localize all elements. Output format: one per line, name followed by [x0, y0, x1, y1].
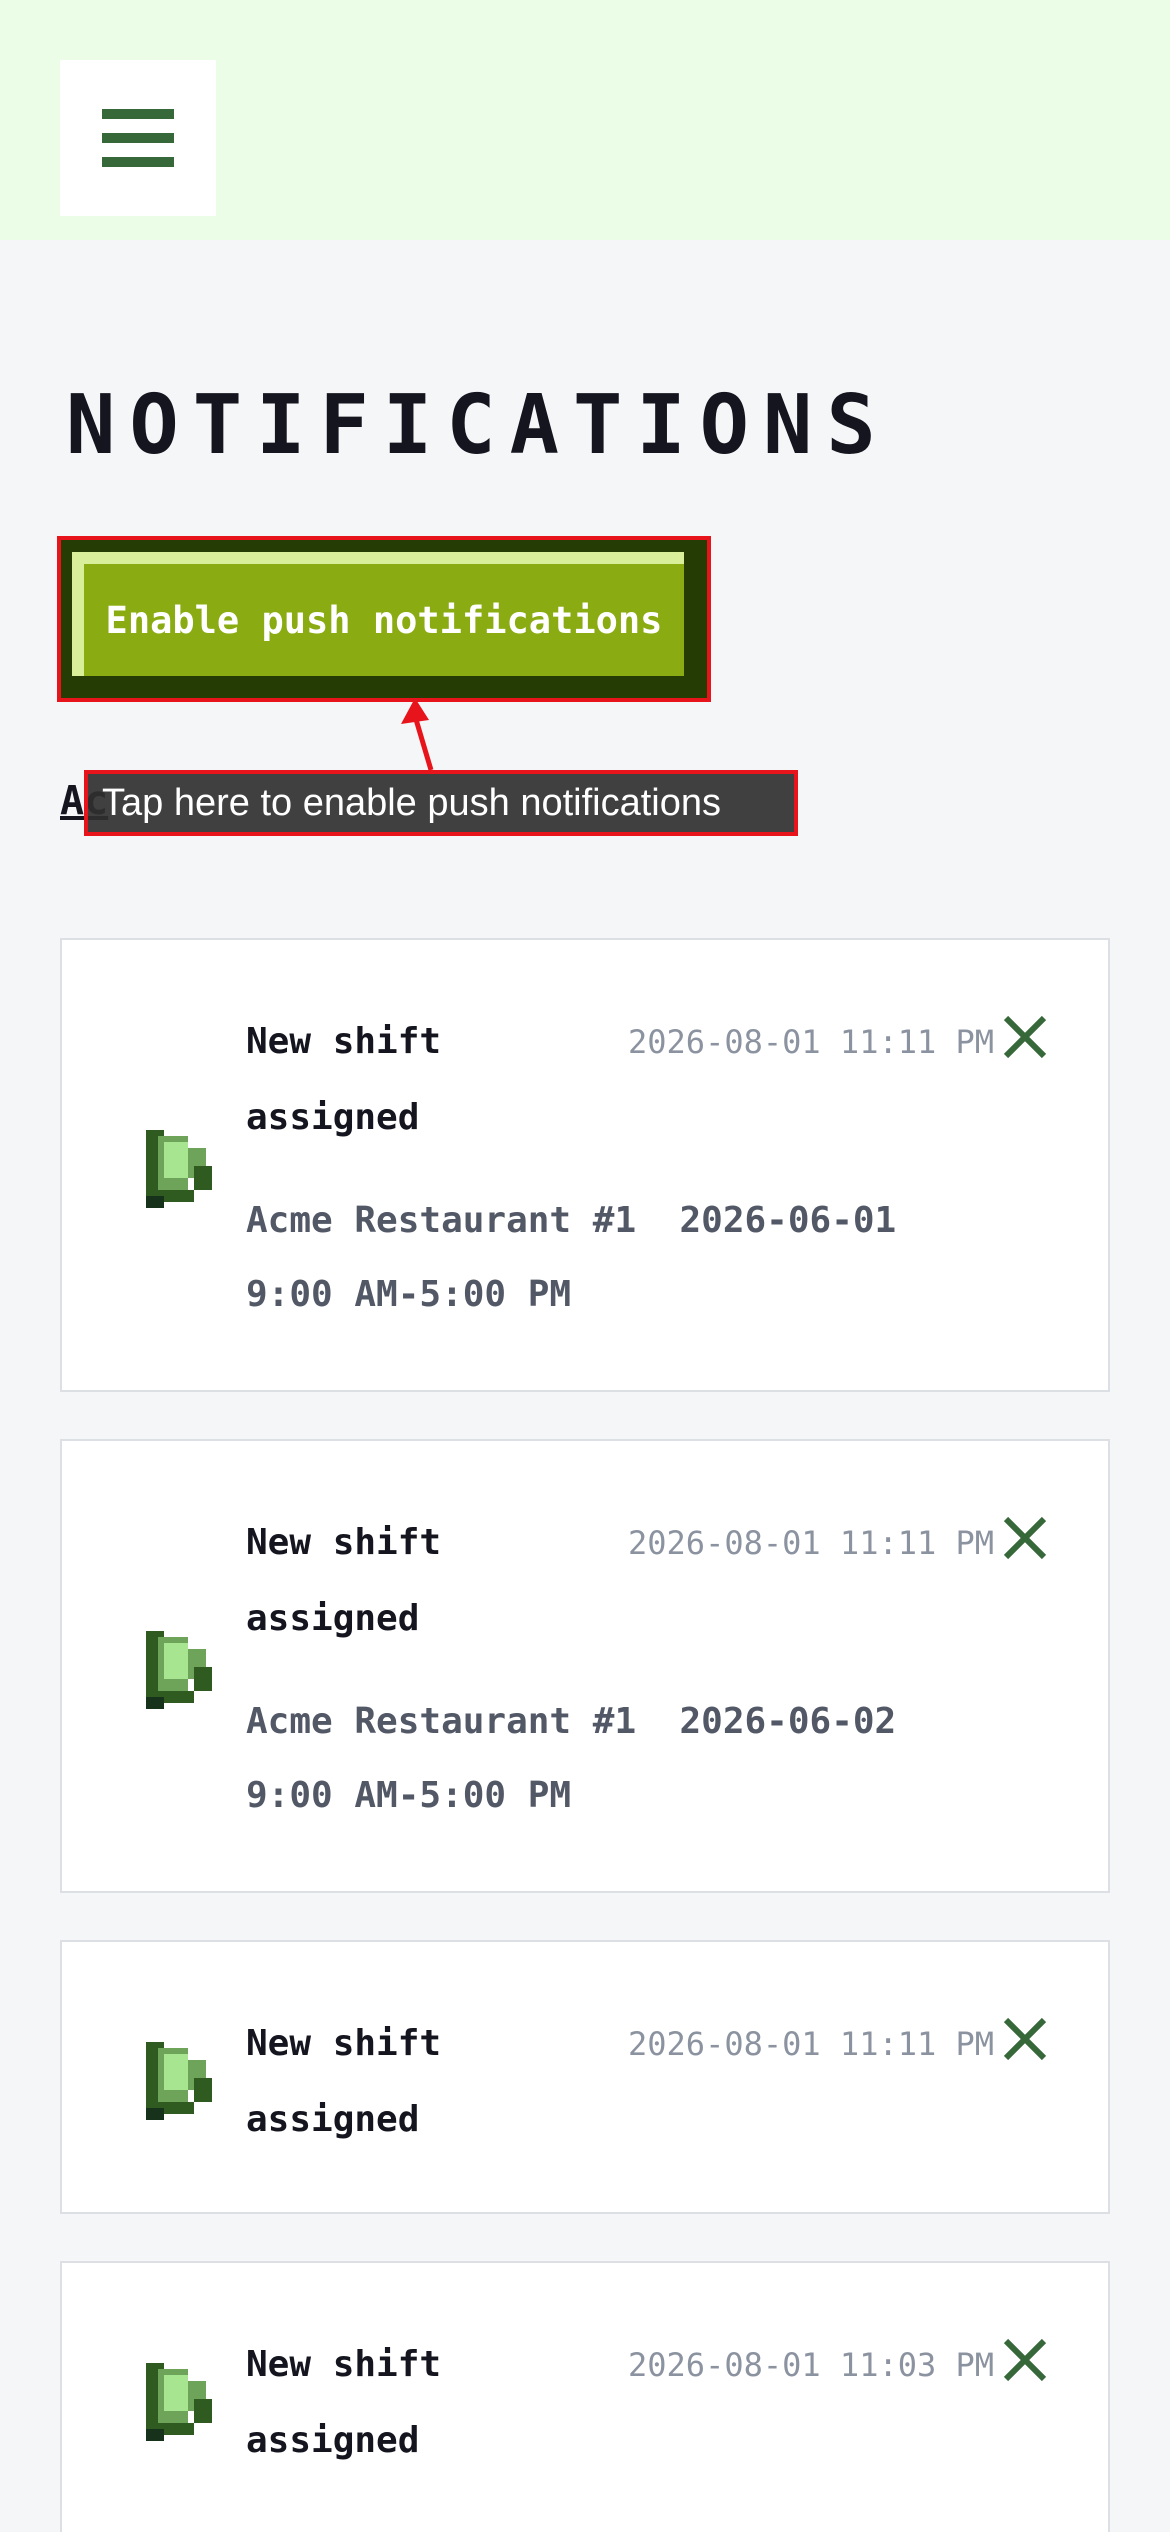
notification-card: New shift assigned 2026-08-01 11:11 PM A…	[60, 1439, 1110, 1893]
bell-icon	[146, 2042, 212, 2120]
close-icon	[1003, 2338, 1047, 2382]
notification-card: New shift assigned 2026-08-01 11:03 PM	[60, 2261, 1110, 2532]
bell-icon	[146, 1130, 212, 1208]
close-icon	[1003, 1015, 1047, 1059]
notification-body: Acme Restaurant #1 2026-06-01 9:00 AM-5:…	[246, 1200, 918, 1315]
notification-title: New shift assigned	[246, 2344, 442, 2461]
notification-title: New shift assigned	[246, 1522, 442, 1639]
dismiss-notification-button[interactable]	[1000, 2014, 1050, 2064]
close-icon	[1003, 1516, 1047, 1560]
notification-time: 2026-08-01 11:11 PM	[628, 2025, 995, 2063]
bell-icon	[146, 2363, 212, 2441]
notification-time: 2026-08-01 11:11 PM	[628, 1023, 995, 1061]
push-tooltip-text: Tap here to enable push notifications	[102, 782, 721, 824]
notification-title: New shift assigned	[246, 2023, 442, 2140]
enable-push-notifications-button[interactable]: Enable push notifications	[72, 552, 696, 688]
notification-card: New shift assigned 2026-08-01 11:11 PM A…	[60, 938, 1110, 1392]
bell-icon	[146, 1631, 212, 1709]
dismiss-notification-button[interactable]	[1000, 2335, 1050, 2385]
dismiss-notification-button[interactable]	[1000, 1012, 1050, 1062]
push-button-label: Enable push notifications	[105, 598, 663, 642]
page-title: NOTIFICATIONS	[66, 378, 890, 473]
notification-body: Acme Restaurant #1 2026-06-02 9:00 AM-5:…	[246, 1701, 918, 1816]
tooltip-arrow-icon	[401, 698, 434, 771]
hamburger-menu-icon	[102, 109, 174, 167]
notification-card: New shift assigned 2026-08-01 11:11 PM	[60, 1940, 1110, 2214]
notification-title: New shift assigned	[246, 1021, 442, 1138]
menu-button[interactable]	[60, 60, 216, 216]
close-icon	[1003, 2017, 1047, 2061]
push-tooltip: Tap here to enable push notifications	[84, 770, 798, 836]
notification-time: 2026-08-01 11:03 PM	[628, 2346, 995, 2384]
top-header	[0, 0, 1170, 240]
notification-time: 2026-08-01 11:11 PM	[628, 1524, 995, 1562]
dismiss-notification-button[interactable]	[1000, 1513, 1050, 1563]
